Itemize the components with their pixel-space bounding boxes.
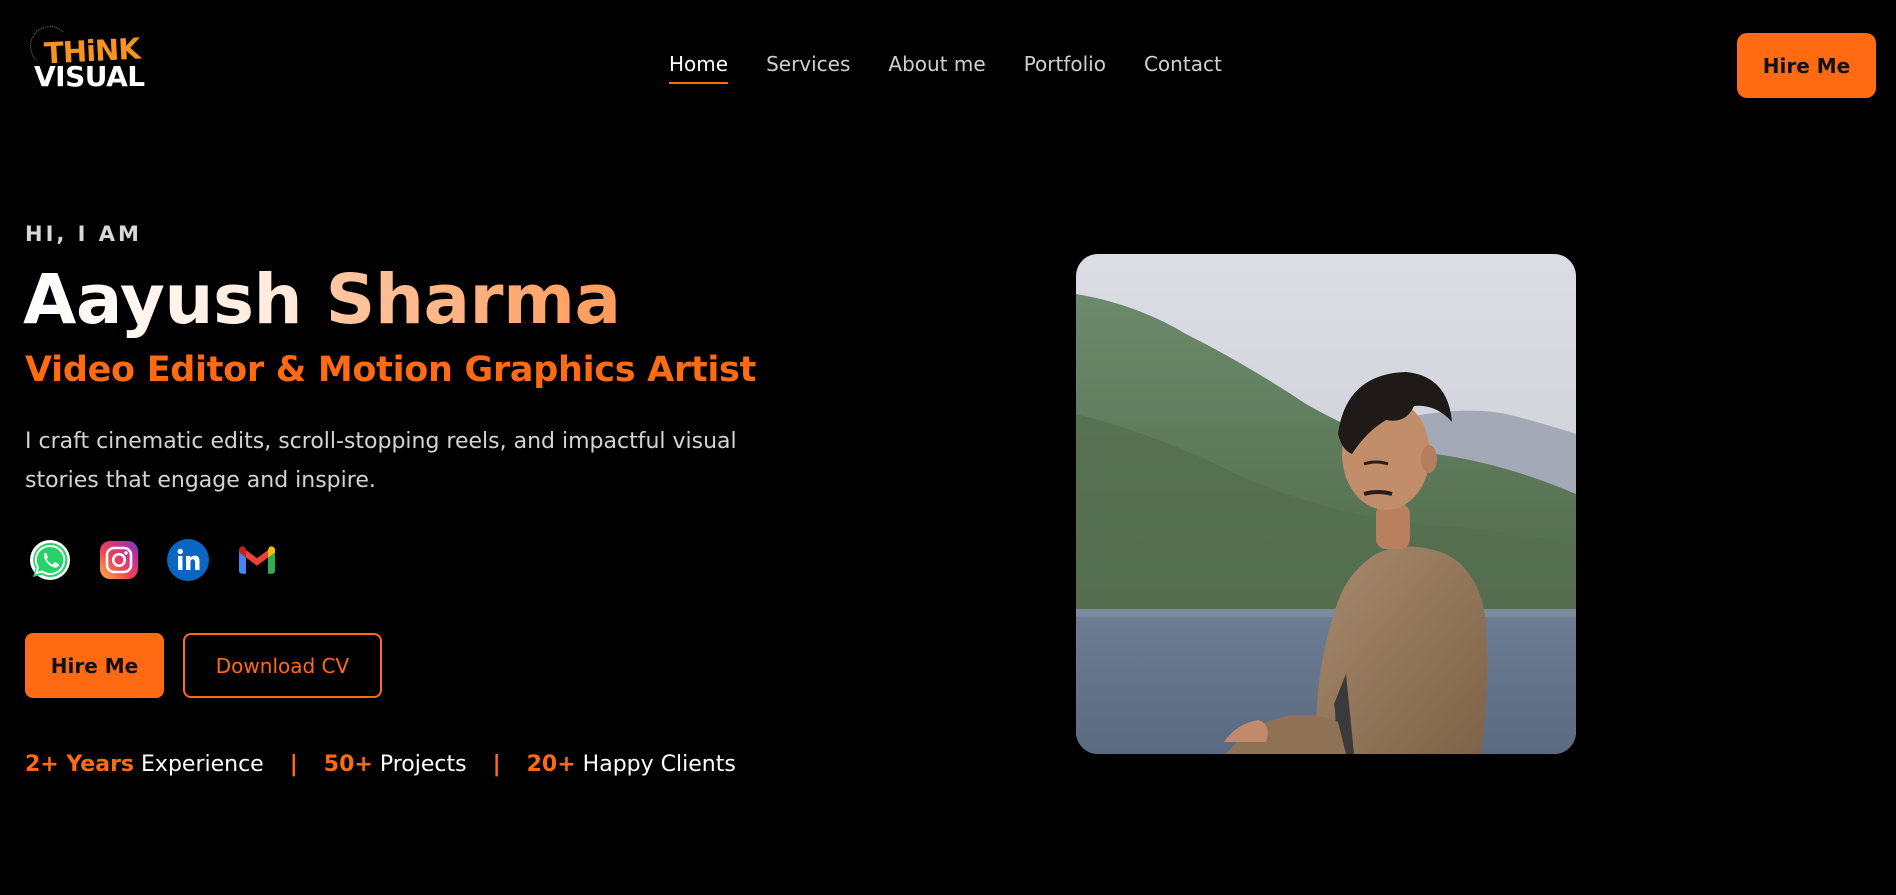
hero-last-name: Sharma [325,260,621,340]
nav-portfolio[interactable]: Portfolio [1024,52,1106,84]
hero-greeting: HI, I AM [25,222,142,246]
stats-row: 2+ Years Experience | 50+ Projects | 20+… [25,752,736,777]
linkedin-icon[interactable] [166,538,210,582]
hero-name: Aayush Sharma [23,258,621,342]
nav-contact[interactable]: Contact [1144,52,1222,84]
hero-hire-button[interactable]: Hire Me [25,633,164,698]
stat-clients-label: Happy Clients [582,752,736,777]
header-hire-button[interactable]: Hire Me [1737,33,1876,98]
hero-description: I craft cinematic edits, scroll-stopping… [25,429,737,493]
hero-role: Video Editor & Motion Graphics Artist [25,350,757,390]
stat-projects-value: 50+ [323,752,373,777]
stat-separator: | [492,752,501,777]
nav-about[interactable]: About me [888,52,985,84]
nav-services[interactable]: Services [766,52,850,84]
stat-separator: | [289,752,298,777]
hero-first-name: Aayush [23,260,303,340]
nav-home[interactable]: Home [669,52,729,84]
stat-experience-label: Experience [141,752,264,777]
profile-photo [1076,254,1576,754]
whatsapp-icon[interactable] [28,538,72,582]
gmail-icon[interactable] [235,538,279,582]
instagram-icon[interactable] [97,538,141,582]
logo-text-visual: VISUAL [34,60,145,93]
brand-logo[interactable]: THiNK VISUAL [30,26,150,93]
download-cv-button[interactable]: Download CV [183,633,382,698]
stat-clients-value: 20+ [526,752,576,777]
social-links [28,538,279,582]
stat-experience-value: 2+ Years [25,752,135,777]
main-nav: Home Services About me Portfolio Contact [669,52,1222,84]
stat-projects-label: Projects [379,752,467,777]
